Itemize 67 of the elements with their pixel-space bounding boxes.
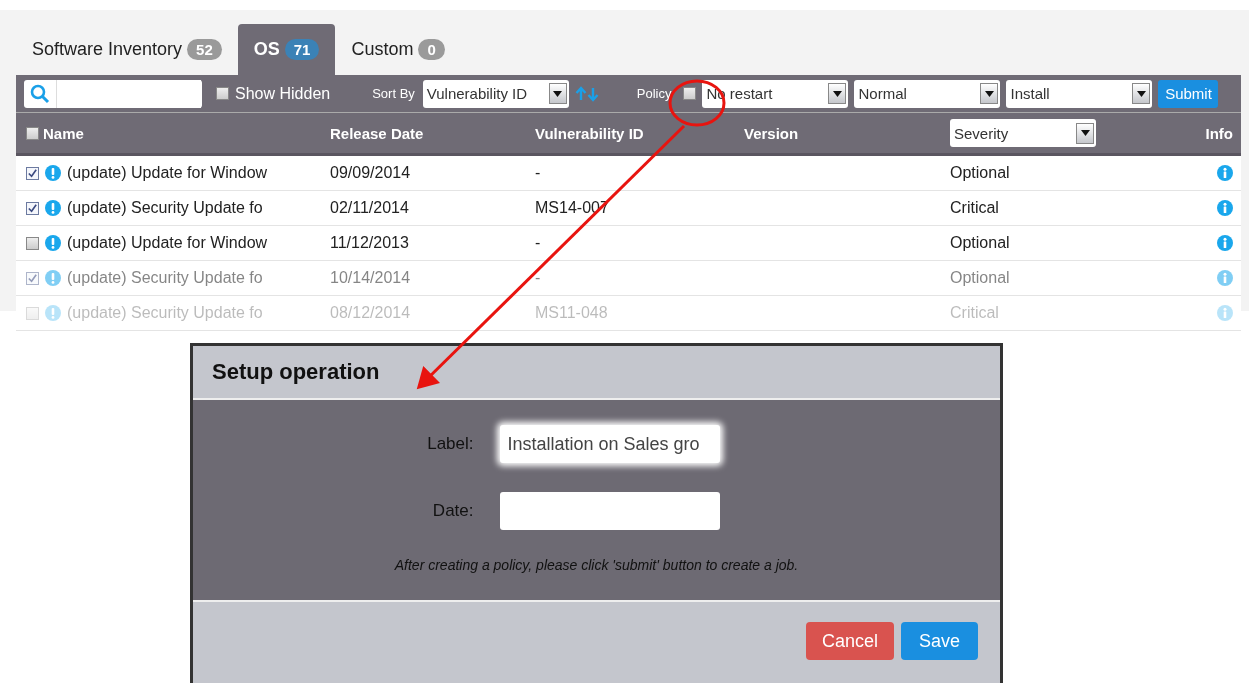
- release-date: 11/12/2013: [330, 234, 409, 251]
- severity-select[interactable]: Severity: [950, 119, 1096, 147]
- row-checkbox[interactable]: [26, 201, 39, 215]
- caret-icon: [1137, 90, 1146, 97]
- column-header: Release Date: [330, 124, 424, 142]
- caret-icon: [1080, 130, 1090, 136]
- count-badge: 71: [284, 39, 320, 60]
- update-name: (update) Security Update fo: [67, 269, 264, 287]
- column-header: Info: [1205, 124, 1233, 142]
- tab[interactable]: OS 71: [237, 24, 336, 75]
- info-icon[interactable]: [1217, 200, 1233, 216]
- severity: Critical: [950, 199, 999, 216]
- cancel-button[interactable]: Cancel: [805, 622, 894, 660]
- caret-icon: [553, 90, 563, 97]
- policy-select[interactable]: Normal: [854, 79, 1001, 108]
- update-name: (update) Update for Window: [67, 164, 269, 182]
- policy-label: Policy: [636, 86, 672, 101]
- row-checkbox[interactable]: [26, 271, 39, 285]
- vulnerability-id: MS11-048: [535, 304, 608, 321]
- field-label: Date:: [431, 501, 474, 521]
- sort-select[interactable]: Vulnerability ID: [422, 79, 569, 108]
- input-field[interactable]: [499, 492, 720, 530]
- show-hidden-label: Show Hidden: [235, 84, 331, 103]
- severity: Optional: [950, 269, 1010, 286]
- tab[interactable]: Software Inventory 52: [16, 24, 238, 75]
- checkbox[interactable]: [683, 87, 697, 100]
- column-header: Name: [43, 124, 84, 142]
- select-all-checkbox[interactable]: [26, 126, 39, 140]
- info-icon[interactable]: [1217, 270, 1233, 286]
- column-header: Version: [744, 124, 799, 142]
- policy-select[interactable]: Install: [1006, 79, 1153, 108]
- update-name: (update) Update for Window: [67, 234, 269, 252]
- column-header: Vulnerability ID: [535, 124, 644, 142]
- caret-icon: [985, 90, 994, 97]
- search-field[interactable]: [24, 79, 202, 108]
- severity: Critical: [950, 304, 999, 321]
- update-name: (update) Security Update fo: [67, 199, 264, 217]
- caret-icon: [833, 90, 842, 97]
- alert-icon: [45, 165, 61, 181]
- vulnerability-id: -: [535, 234, 541, 251]
- info-icon[interactable]: [1217, 165, 1233, 181]
- alert-icon: [45, 305, 61, 321]
- search-icon: [30, 83, 50, 104]
- count-badge: 52: [187, 39, 222, 60]
- severity: Optional: [950, 234, 1010, 251]
- dialog-title: Setup operation: [212, 359, 380, 385]
- hint-text: After creating a policy, please click 'submit' button to create a job.: [394, 557, 799, 573]
- count-badge: 0: [418, 39, 445, 60]
- tab[interactable]: Custom 0: [335, 24, 461, 75]
- input-field[interactable]: Installation on Sales gro: [499, 425, 720, 463]
- vulnerability-id: -: [535, 164, 541, 181]
- alert-icon: [45, 270, 61, 286]
- release-date: 10/14/2014: [330, 269, 411, 286]
- release-date: 08/12/2014: [330, 304, 411, 321]
- release-date: 02/11/2014: [330, 199, 409, 216]
- alert-icon: [45, 200, 61, 216]
- row-checkbox[interactable]: [26, 166, 39, 180]
- field-label: Label:: [426, 434, 474, 454]
- info-icon[interactable]: [1217, 235, 1233, 251]
- vulnerability-id: -: [535, 269, 541, 286]
- sort-by-label: Sort By: [372, 86, 415, 101]
- severity: Optional: [950, 164, 1010, 181]
- release-date: 09/09/2014: [330, 164, 411, 181]
- checkbox[interactable]: [216, 87, 229, 100]
- alert-icon: [45, 235, 61, 251]
- row-checkbox[interactable]: [26, 236, 39, 250]
- update-name: (update) Security Update fo: [67, 304, 264, 322]
